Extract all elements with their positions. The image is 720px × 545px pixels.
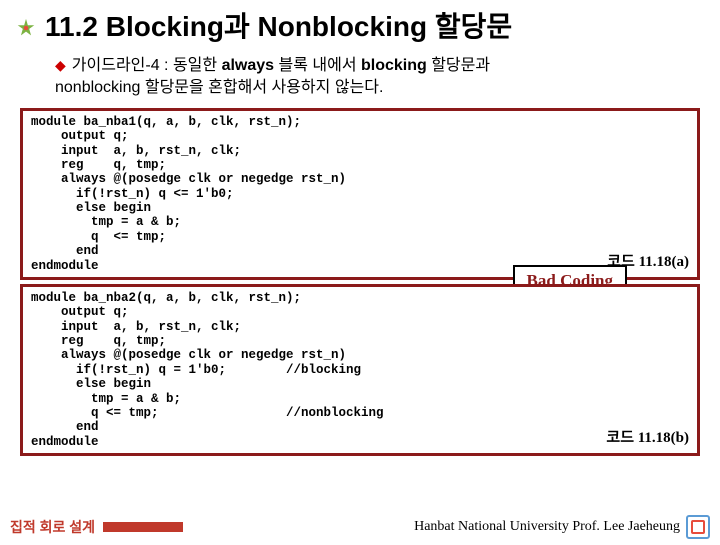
footer: 집적 회로 설계 Hanbat National University Prof… [0, 515, 720, 539]
footer-left-text: 집적 회로 설계 [10, 517, 95, 537]
title-text: 11.2 Blocking과 Nonblocking 할당문 [45, 5, 512, 45]
code-block-2: module ba_nba2(q, a, b, clk, rst_n); out… [20, 284, 700, 456]
code-text-2: module ba_nba2(q, a, b, clk, rst_n); out… [31, 291, 689, 449]
bullet-icon: ◆ [55, 57, 66, 73]
university-logo-icon [686, 515, 710, 539]
star-icon [15, 14, 37, 36]
footer-bar [103, 522, 183, 532]
page-title: 11.2 Blocking과 Nonblocking 할당문 [15, 5, 705, 45]
guideline-text: ◆가이드라인-4 : 동일한 always 블록 내에서 blocking 할당… [55, 55, 705, 100]
code-label-1: 코드 11.18(a) [607, 254, 689, 271]
footer-right-text: Hanbat National University Prof. Lee Jae… [414, 519, 680, 535]
code-text-1: module ba_nba1(q, a, b, clk, rst_n); out… [31, 115, 689, 273]
code-label-2: 코드 11.18(b) [606, 430, 689, 447]
code-block-1: module ba_nba1(q, a, b, clk, rst_n); out… [20, 108, 700, 280]
